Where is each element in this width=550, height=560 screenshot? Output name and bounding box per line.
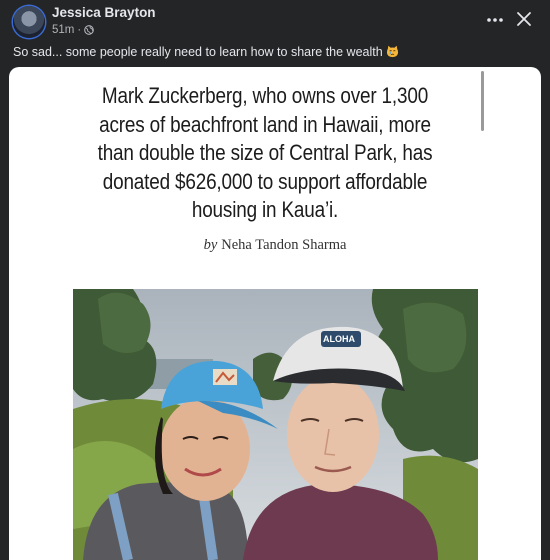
shared-article-image[interactable]: Mark Zuckerberg, who owns over 1,300 acr… bbox=[9, 67, 541, 560]
meta-separator: · bbox=[77, 24, 82, 36]
post-header: Jessica Brayton 51m · bbox=[0, 0, 550, 44]
post-time[interactable]: 51m bbox=[52, 24, 74, 36]
avatar[interactable] bbox=[13, 6, 45, 38]
close-icon bbox=[517, 12, 531, 26]
author-name[interactable]: Jessica Brayton bbox=[52, 5, 156, 20]
scrollbar[interactable] bbox=[481, 71, 484, 131]
headline-line: donated $626,000 to support affordable bbox=[102, 168, 428, 194]
caption-text: So sad... some people really need to lea… bbox=[13, 45, 383, 59]
headline-line: Mark Zuckerberg, who owns over 1,300 bbox=[101, 83, 429, 108]
headline-line: housing in Kaua’i. bbox=[191, 197, 339, 222]
headline-line: acres of beachfront land in Hawaii, more bbox=[99, 111, 431, 137]
more-options-icon bbox=[487, 18, 503, 22]
photo-scene: ALOHA bbox=[73, 289, 478, 560]
article-headline: Mark Zuckerberg, who owns over 1,300 acr… bbox=[76, 82, 454, 225]
headline-line: than double the size of Central Park, ha… bbox=[97, 140, 433, 165]
post-meta: 51m · bbox=[52, 24, 95, 36]
close-button[interactable] bbox=[514, 9, 534, 29]
article-byline: by Neha Tandon Sharma bbox=[9, 237, 541, 254]
cap-brand-text: ALOHA bbox=[323, 334, 355, 344]
article-photo: ALOHA bbox=[73, 289, 478, 560]
byline-prefix: by bbox=[203, 237, 218, 253]
crying-cat-face-icon bbox=[386, 45, 398, 58]
post-caption: So sad... some people really need to lea… bbox=[13, 45, 399, 59]
byline-author: Neha Tandon Sharma bbox=[221, 237, 347, 253]
more-options-button[interactable] bbox=[484, 10, 506, 30]
globe-icon bbox=[84, 25, 95, 35]
